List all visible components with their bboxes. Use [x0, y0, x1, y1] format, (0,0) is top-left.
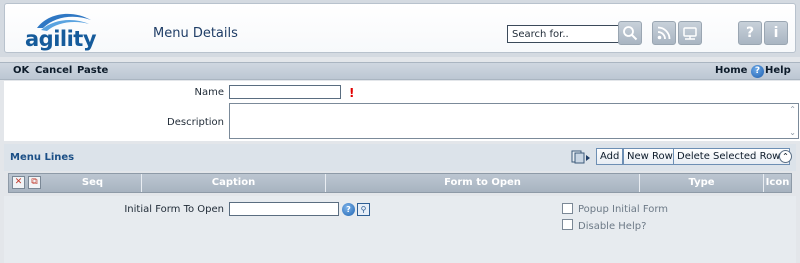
- name-input[interactable]: [229, 85, 341, 99]
- toolbar: OK Cancel Paste Home ? Help: [0, 62, 800, 80]
- description-textarea[interactable]: ⌃ ⌄: [229, 103, 799, 139]
- collapse-icon[interactable]: ⌃: [779, 150, 792, 163]
- cancel-button[interactable]: Cancel: [35, 65, 72, 76]
- popup-initial-form-label: Popup Initial Form: [578, 204, 669, 215]
- column-header-icon[interactable]: Icon: [764, 174, 791, 192]
- search-input[interactable]: [507, 25, 621, 43]
- question-icon: ?: [745, 25, 755, 41]
- column-header-type[interactable]: Type: [640, 174, 764, 192]
- page-title: Menu Details: [153, 26, 238, 41]
- paste-button[interactable]: Paste: [77, 65, 108, 76]
- app-header: agility Menu Details ?: [0, 0, 800, 57]
- network-button[interactable]: [678, 21, 702, 45]
- help-header-button[interactable]: ?: [738, 21, 762, 45]
- magnifier-icon: [623, 26, 638, 41]
- name-label: Name: [194, 87, 224, 98]
- search-lookup-icon[interactable]: ⚲: [357, 203, 370, 216]
- help-icon[interactable]: ?: [751, 65, 764, 78]
- export-icon[interactable]: [571, 149, 591, 165]
- home-link[interactable]: Home: [715, 65, 747, 76]
- disable-help-label: Disable Help?: [578, 221, 647, 232]
- header-card: agility Menu Details ?: [4, 3, 796, 53]
- copy-rows-icon[interactable]: ⧉: [28, 176, 41, 189]
- description-label: Description: [167, 117, 224, 128]
- agility-logo: agility: [25, 10, 105, 52]
- network-icon: [683, 27, 697, 40]
- delete-selected-rows-button[interactable]: Delete Selected Rows: [673, 148, 790, 165]
- lookup-icon[interactable]: ?: [342, 203, 355, 216]
- menu-lines-title: Menu Lines: [10, 152, 75, 163]
- column-header-seq[interactable]: Seq: [44, 174, 142, 192]
- help-link[interactable]: Help: [765, 65, 791, 76]
- column-header-form-to-open[interactable]: Form to Open: [326, 174, 640, 192]
- required-indicator: !: [349, 86, 355, 100]
- popup-initial-form-checkbox[interactable]: [562, 203, 573, 214]
- add-button[interactable]: Add: [596, 148, 624, 165]
- new-row-button[interactable]: New Row: [623, 148, 677, 165]
- delete-rows-icon[interactable]: ✕: [12, 176, 25, 189]
- info-icon: i: [773, 25, 779, 41]
- bottom-options: Initial Form To Open ? ⚲ Popup Initial F…: [4, 196, 796, 263]
- info-button[interactable]: i: [764, 21, 788, 45]
- rss-icon: [657, 26, 671, 40]
- initial-form-label: Initial Form To Open: [124, 204, 224, 215]
- disable-help-checkbox[interactable]: [562, 219, 573, 230]
- scroll-up-icon[interactable]: ⌃: [789, 105, 796, 114]
- menu-details-form: Name ! Description ⌃ ⌄: [4, 81, 800, 141]
- search-button[interactable]: [618, 21, 642, 45]
- menu-lines-grid-header: ✕ ⧉ Seq Caption Form to Open Type Icon: [8, 173, 792, 193]
- scroll-down-icon[interactable]: ⌄: [789, 128, 796, 137]
- logo-text: agility: [25, 27, 97, 51]
- rss-button[interactable]: [652, 21, 676, 45]
- ok-button[interactable]: OK: [13, 65, 29, 76]
- initial-form-input[interactable]: [229, 202, 339, 216]
- menu-lines-header: Menu Lines Add New Row Delete Selected R…: [4, 144, 796, 171]
- column-header-caption[interactable]: Caption: [142, 174, 326, 192]
